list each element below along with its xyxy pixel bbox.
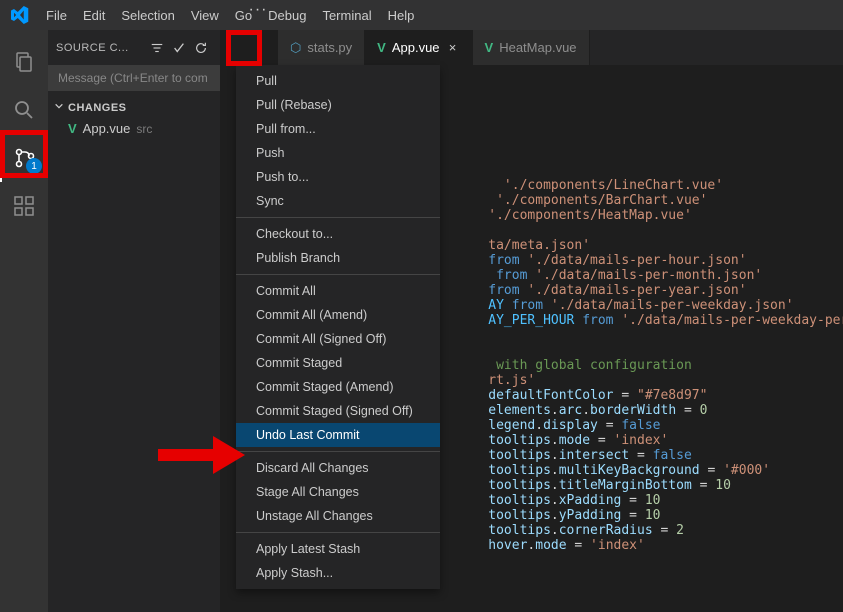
file-path: src: [136, 122, 152, 136]
menubar-help[interactable]: Help: [380, 0, 423, 30]
vue-file-icon: V: [485, 40, 494, 55]
filter-icon[interactable]: [146, 37, 168, 59]
menu-separator: [236, 532, 440, 533]
commit-icon[interactable]: [168, 37, 190, 59]
menu-separator: [236, 217, 440, 218]
menu-apply-latest-stash[interactable]: Apply Latest Stash: [236, 537, 440, 561]
menu-pull[interactable]: Pull: [236, 69, 440, 93]
menu-sync[interactable]: Sync: [236, 189, 440, 213]
tab-label: stats.py: [307, 40, 352, 55]
tab-heatmap-vue[interactable]: V HeatMap.vue: [473, 30, 590, 65]
tab-app-vue[interactable]: V App.vue ×: [365, 30, 472, 65]
changes-label: CHANGES: [68, 102, 127, 114]
python-file-icon: ⬡: [290, 40, 301, 56]
menu-pull-from-[interactable]: Pull from...: [236, 117, 440, 141]
refresh-icon[interactable]: [190, 37, 212, 59]
menu-commit-all-signed-off-[interactable]: Commit All (Signed Off): [236, 327, 440, 351]
menubar-selection[interactable]: Selection: [113, 0, 182, 30]
menu-publish-branch[interactable]: Publish Branch: [236, 246, 440, 270]
menu-separator: [236, 451, 440, 452]
menu-commit-staged-amend-[interactable]: Commit Staged (Amend): [236, 375, 440, 399]
scm-badge: 1: [26, 158, 42, 174]
vue-file-icon: V: [377, 40, 386, 55]
source-control-icon[interactable]: 1: [0, 134, 48, 182]
scm-context-menu: PullPull (Rebase)Pull from...PushPush to…: [236, 65, 440, 589]
app-logo-icon: [8, 3, 32, 27]
menu-unstage-all-changes[interactable]: Unstage All Changes: [236, 504, 440, 528]
menu-discard-all-changes[interactable]: Discard All Changes: [236, 456, 440, 480]
menu-push[interactable]: Push: [236, 141, 440, 165]
menu-commit-all[interactable]: Commit All: [236, 279, 440, 303]
menubar-file[interactable]: File: [38, 0, 75, 30]
menu-push-to-[interactable]: Push to...: [236, 165, 440, 189]
extensions-icon[interactable]: [0, 182, 48, 230]
menu-pull-rebase-[interactable]: Pull (Rebase): [236, 93, 440, 117]
menu-checkout-to-[interactable]: Checkout to...: [236, 222, 440, 246]
menubar-edit[interactable]: Edit: [75, 0, 113, 30]
menu-undo-last-commit[interactable]: Undo Last Commit: [236, 423, 440, 447]
chevron-down-icon: [54, 101, 64, 114]
menu-commit-staged[interactable]: Commit Staged: [236, 351, 440, 375]
tab-label: App.vue: [392, 40, 440, 55]
more-actions-icon[interactable]: ···: [247, 3, 269, 25]
menu-separator: [236, 274, 440, 275]
file-name: App.vue: [83, 121, 131, 136]
close-icon[interactable]: ×: [446, 40, 460, 55]
commit-message-input[interactable]: Message (Ctrl+Enter to com: [48, 65, 220, 91]
sidebar: SOURCE C... Message (Ctrl+Enter to com C…: [48, 30, 220, 612]
editor-tabs: ⬡ stats.py V App.vue × V HeatMap.vue: [278, 30, 843, 65]
menubar: FileEditSelectionViewGoDebugTerminalHelp: [0, 0, 843, 30]
tab-label: HeatMap.vue: [499, 40, 576, 55]
vue-file-icon: V: [68, 121, 77, 136]
menubar-view[interactable]: View: [183, 0, 227, 30]
menu-commit-staged-signed-off-[interactable]: Commit Staged (Signed Off): [236, 399, 440, 423]
sidebar-header: SOURCE C...: [48, 30, 220, 65]
explorer-icon[interactable]: [0, 38, 48, 86]
activitybar: 1: [0, 30, 48, 612]
menu-apply-stash-[interactable]: Apply Stash...: [236, 561, 440, 585]
search-icon[interactable]: [0, 86, 48, 134]
changed-file[interactable]: V App.vue src: [48, 118, 220, 139]
menubar-terminal[interactable]: Terminal: [314, 0, 379, 30]
sidebar-title: SOURCE C...: [56, 42, 146, 54]
tab-stats-py[interactable]: ⬡ stats.py: [278, 30, 365, 65]
menu-commit-all-amend-[interactable]: Commit All (Amend): [236, 303, 440, 327]
menu-stage-all-changes[interactable]: Stage All Changes: [236, 480, 440, 504]
changes-section[interactable]: CHANGES: [48, 97, 220, 118]
